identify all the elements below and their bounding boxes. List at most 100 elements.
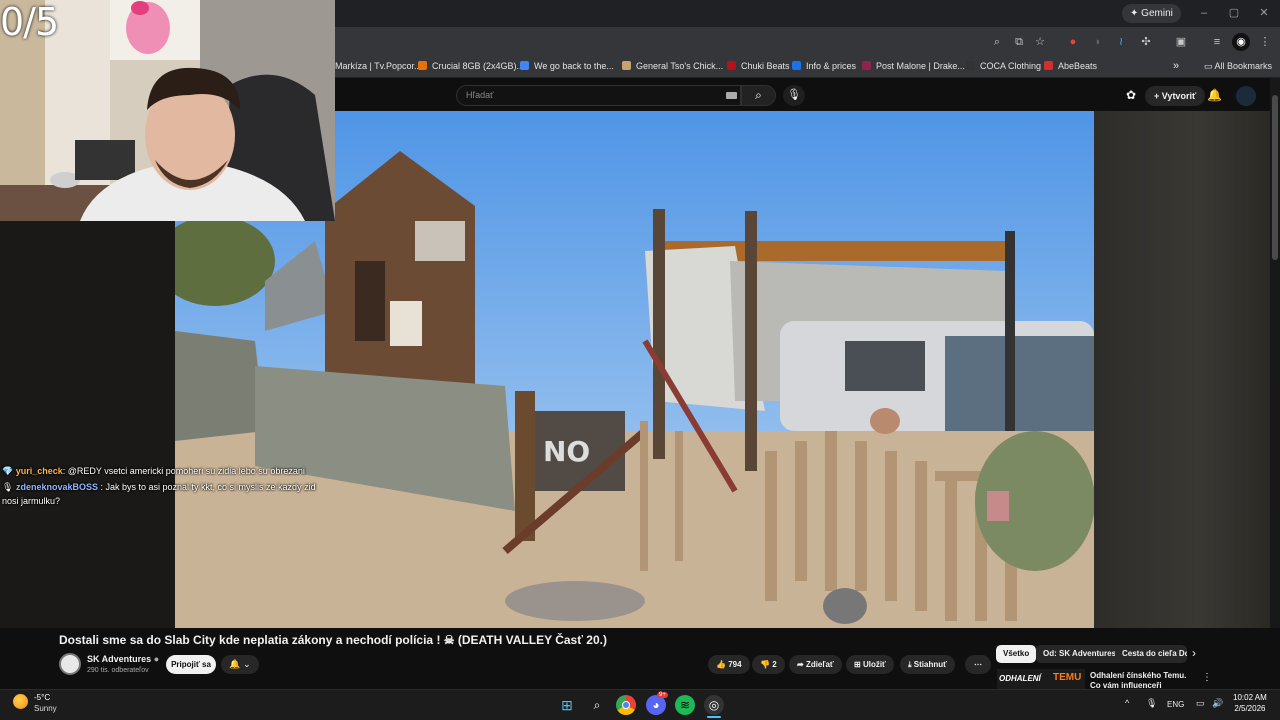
chrome-icon[interactable] <box>616 695 636 715</box>
bookmark-label: Markíza | Tv.Popcor... <box>335 61 422 71</box>
dislike-button[interactable]: 👎 2 <box>752 655 785 674</box>
weather-sun-icon[interactable] <box>13 694 28 709</box>
bookmark-item[interactable]: Crucial 8GB (2x4GB)... <box>418 59 524 74</box>
tray-overflow-icon[interactable]: ^ <box>1125 698 1129 708</box>
extensions-puzzle-icon[interactable]: ✣ <box>1137 33 1155 51</box>
spotify-icon[interactable]: ≋ <box>675 695 695 715</box>
download-button[interactable]: ⤓ Stiahnuť <box>900 655 955 674</box>
bookmark-item[interactable]: Info & prices <box>792 59 856 74</box>
svg-text:NO: NO <box>543 435 590 468</box>
volume-icon[interactable]: 🔊 <box>1212 698 1223 709</box>
weather-condition[interactable]: Sunny <box>34 704 57 713</box>
chevron-right-icon[interactable]: › <box>1192 646 1196 660</box>
search-icon: ⌕ <box>755 88 762 102</box>
channel-avatar[interactable] <box>59 653 81 675</box>
thumbnail-text: ODHALENÍ <box>999 674 1041 683</box>
all-bookmarks-button[interactable]: ▭ All Bookmarks <box>1204 59 1272 74</box>
verified-icon: ● <box>153 654 160 664</box>
bookmark-label: Info & prices <box>806 61 857 71</box>
chip-from-channel[interactable]: Od: SK Adventures <box>1036 645 1124 663</box>
create-button[interactable]: + Vytvoriť <box>1145 86 1206 106</box>
video-title: Dostali sme sa do Slab City kde neplatia… <box>59 633 607 647</box>
thumbs-up-icon: 👍 <box>716 660 729 669</box>
share-icon: ➦ <box>797 660 806 669</box>
account-avatar[interactable] <box>1236 86 1256 106</box>
subscriber-count: 290 tis. odberateľov <box>87 667 149 674</box>
maximize-button[interactable]: ▢ <box>1224 4 1244 22</box>
save-button[interactable]: ⊞ Uložiť <box>846 655 894 674</box>
notifications-bell-icon[interactable]: 🔔 <box>1207 88 1222 102</box>
zoom-icon[interactable]: ⌕ <box>988 33 1006 51</box>
mic-badge-icon: 🎙 <box>2 482 14 492</box>
windows-taskbar <box>0 689 1280 720</box>
active-app-indicator <box>707 716 721 718</box>
extension-wave-icon[interactable]: ≀ <box>1112 33 1130 51</box>
subscribe-notifications-button[interactable]: 🔔 ⌄ <box>221 655 259 674</box>
minimize-button[interactable]: – <box>1194 4 1214 22</box>
scrollbar-thumb[interactable] <box>1272 95 1278 260</box>
bookmarks-overflow-button[interactable]: » <box>1173 59 1179 74</box>
bookmark-item[interactable]: General Tso's Chick... <box>622 59 723 74</box>
bookmark-favicon-icon <box>520 61 529 70</box>
channel-name[interactable]: SK Adventures ● <box>87 654 159 664</box>
bookmark-star-icon[interactable]: ☆ <box>1031 33 1049 51</box>
tray-mic-icon[interactable]: 🎙 <box>1146 698 1157 709</box>
bookmark-favicon-icon <box>418 61 427 70</box>
diamond-badge-icon: 💎 <box>2 466 14 476</box>
chat-username: yuri_check <box>15 466 63 476</box>
search-input[interactable]: Hľadať <box>456 85 741 106</box>
chat-username: zdeneknovakBOSS <box>15 482 98 492</box>
obs-icon[interactable]: ◎ <box>704 695 724 715</box>
extension-red-icon[interactable]: ● <box>1064 33 1082 51</box>
bookmark-label: Chuki Beats <box>741 61 790 71</box>
recommended-more-icon[interactable]: ⋮ <box>1202 672 1212 683</box>
close-window-button[interactable]: ✕ <box>1254 4 1274 22</box>
voice-search-button[interactable]: 🎙 <box>783 85 805 106</box>
bookmark-favicon-icon <box>1044 61 1053 70</box>
bookmark-favicon-icon <box>727 61 736 70</box>
bookmark-label: General Tso's Chick... <box>636 61 724 71</box>
chevron-down-icon: ⌄ <box>243 659 251 669</box>
profile-avatar-icon[interactable]: ◉ <box>1232 33 1250 51</box>
like-button[interactable]: 👍 794 <box>708 655 750 674</box>
taskbar-search-icon[interactable]: ⌕ <box>587 695 607 715</box>
stream-chat-panel <box>0 221 175 628</box>
discord-icon[interactable]: ◕ <box>646 695 666 715</box>
bookmark-item[interactable]: COCA Clothing <box>966 59 1041 74</box>
keyboard-icon[interactable] <box>726 92 737 99</box>
recommended-video-title[interactable]: Odhalení čínského Temu. Co vám influence… <box>1090 671 1195 689</box>
chat-message: 🎙 zdeneknovakBOSS : Jak bys to asi pozna… <box>2 480 327 508</box>
join-button[interactable]: Pripojiť sa <box>166 655 216 674</box>
extension-gray-icon[interactable]: ◗ <box>1089 33 1107 51</box>
taskbar-clock[interactable]: 10:02 AM 2/5/2026 <box>1233 692 1267 714</box>
bookmark-label: We go back to the... <box>534 61 614 71</box>
bookmark-item[interactable]: AbeBeats <box>1044 59 1097 74</box>
share-button[interactable]: ➦ Zdieľať <box>789 655 842 674</box>
gemini-button[interactable]: ✦ Gemini <box>1122 4 1181 23</box>
chip-all[interactable]: Všetko <box>996 645 1037 663</box>
windows-start-icon[interactable]: ⊞ <box>557 695 577 715</box>
media-controls-icon[interactable]: ≡ <box>1208 33 1226 51</box>
bookmark-label: Crucial 8GB (2x4GB)... <box>432 61 525 71</box>
bookmark-item[interactable]: We go back to the... <box>520 59 614 74</box>
chip-playlist[interactable]: Cesta do cieľa Do <box>1115 645 1187 663</box>
gamepad-icon[interactable]: ✿ <box>1126 88 1136 102</box>
bookmark-item[interactable]: Chuki Beats <box>727 59 790 74</box>
more-menu-icon[interactable]: ⋮ <box>1256 33 1274 51</box>
bookmark-item[interactable]: Post Malone | Drake... <box>862 59 965 74</box>
weather-temperature[interactable]: -5°C <box>34 693 50 702</box>
bookmark-favicon-icon <box>792 61 801 70</box>
tab-search-icon[interactable]: ▣ <box>1172 33 1190 51</box>
bookmark-favicon-icon <box>862 61 871 70</box>
recommended-thumbnail[interactable]: ODHALENÍ TEMU <box>997 669 1085 689</box>
bookmark-item[interactable]: Markíza | Tv.Popcor... <box>335 59 422 74</box>
more-actions-button[interactable]: ⋯ <box>965 655 991 674</box>
language-indicator[interactable]: ENG <box>1167 700 1184 709</box>
thumbs-down-icon: 👎 <box>760 660 773 669</box>
install-app-icon[interactable]: ⧉ <box>1010 33 1028 51</box>
network-icon[interactable]: ▭ <box>1196 698 1205 709</box>
bookmark-label: COCA Clothing <box>980 61 1042 71</box>
bookmark-label: Post Malone | Drake... <box>876 61 965 71</box>
chat-message: 💎 yuri_check: @REDY vsetci americki pomo… <box>2 464 332 478</box>
search-button[interactable]: ⌕ <box>741 85 776 106</box>
